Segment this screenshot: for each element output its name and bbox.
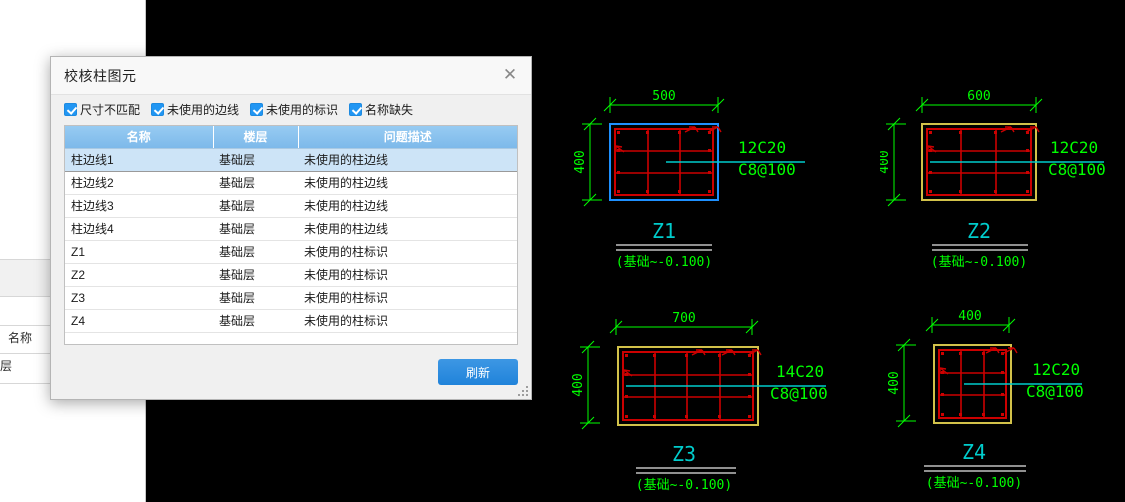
table-row[interactable]: Z2 基础层 未使用的柱标识 (65, 263, 517, 287)
cell-floor: 基础层 (213, 286, 298, 310)
dimension-width-z1: 500 (652, 89, 675, 104)
column-figure-z3[interactable]: 700 400 14C20 C8@100 Z3 (基础~-0.100) (570, 305, 840, 502)
check-icon (250, 103, 264, 116)
column-figure-z1[interactable]: 500 400 12C20 C8@100 Z1 (基础~-0.100) (570, 80, 830, 280)
checkbox-missing-name[interactable]: 名称缺失 (349, 101, 413, 118)
checkbox-size-mismatch[interactable]: 尺寸不匹配 (64, 101, 140, 118)
column-figure-z2[interactable]: 600 400 12C20 C8@100 Z2 (基础~-0.100) (880, 80, 1125, 280)
column-header-floor[interactable]: 楼层 (213, 126, 299, 149)
cell-name: Z2 (65, 263, 213, 287)
check-column-elements-dialog[interactable]: 校核柱图元 ✕ 尺寸不匹配 未使用的边线 未使用的标识 名称缺失 名称 楼层 问… (50, 56, 532, 400)
rebar-main-z4: 12C20 (1032, 360, 1080, 379)
cell-issue: 未使用的柱边线 (298, 171, 517, 195)
checkbox-unused-mark[interactable]: 未使用的标识 (250, 101, 338, 118)
check-icon (349, 103, 363, 116)
dialog-footer: 刷新 (51, 345, 531, 399)
column-drawing-z2: 600 400 12C20 C8@100 Z2 (基础~-0.100) (880, 89, 1106, 270)
rebar-main-z2: 12C20 (1050, 138, 1098, 157)
cell-floor: 基础层 (213, 263, 298, 287)
table-row[interactable]: Z3 基础层 未使用的柱标识 (65, 286, 517, 310)
column-drawing-z4: 400 400 12C20 C8@100 Z4 (基础~-0.100) (887, 309, 1084, 491)
column-header-issue[interactable]: 问题描述 (298, 126, 517, 149)
column-elevation-z2: (基础~-0.100) (931, 255, 1027, 270)
column-tag-z2: Z2 (967, 219, 991, 243)
panel-cell-floor-fragment: 层 (0, 359, 13, 373)
rebar-stirrup-z4: C8@100 (1026, 382, 1084, 401)
table-row[interactable]: 柱边线3 基础层 未使用的柱边线 (65, 194, 517, 218)
dimension-width-z3: 700 (672, 311, 695, 326)
cell-floor: 基础层 (213, 147, 298, 172)
column-figure-z4[interactable]: 400 400 12C20 C8@100 Z4 (基础~-0.100) (880, 305, 1125, 502)
column-tag-z3: Z3 (672, 442, 696, 466)
checkbox-label: 尺寸不匹配 (80, 103, 141, 117)
close-icon[interactable]: ✕ (495, 62, 525, 90)
check-icon (64, 103, 77, 116)
column-drawing-z1: 500 400 12C20 C8@100 Z1 (基础~-0.100) (573, 89, 805, 270)
cell-name: 柱边线2 (65, 171, 213, 195)
dimension-height-z1: 400 (573, 150, 588, 173)
column-tag-z4: Z4 (962, 440, 986, 464)
cell-issue: 未使用的柱边线 (298, 217, 517, 241)
column-elevation-z1: (基础~-0.100) (616, 255, 712, 270)
cell-name: 柱边线3 (65, 194, 213, 218)
table-row[interactable]: 柱边线1 基础层 未使用的柱边线 (65, 147, 517, 172)
cell-floor: 基础层 (213, 309, 298, 333)
column-drawing-z3: 700 400 14C20 C8@100 Z3 (基础~-0.100) (571, 311, 828, 493)
cell-name: Z1 (65, 240, 213, 264)
table-row[interactable]: Z4 基础层 未使用的柱标识 (65, 309, 517, 333)
rebar-main-z1: 12C20 (738, 138, 786, 157)
rebar-main-z3: 14C20 (776, 362, 824, 381)
dimension-height-z4: 400 (887, 371, 902, 394)
table-row[interactable]: 柱边线2 基础层 未使用的柱边线 (65, 171, 517, 195)
cell-issue: 未使用的柱边线 (298, 147, 517, 172)
checkbox-label: 未使用的边线 (167, 103, 240, 117)
cell-floor: 基础层 (213, 171, 298, 195)
panel-column-header-name: 名称 (8, 331, 33, 345)
cell-name: Z4 (65, 309, 213, 333)
column-elevation-z3: (基础~-0.100) (636, 478, 732, 493)
dialog-title-bar[interactable]: 校核柱图元 ✕ (51, 57, 531, 95)
cell-issue: 未使用的柱标识 (298, 286, 517, 310)
rebar-stirrup-z1: C8@100 (738, 160, 796, 179)
table-row[interactable]: 柱边线4 基础层 未使用的柱边线 (65, 217, 517, 241)
cell-floor: 基础层 (213, 217, 298, 241)
dimension-height-z3: 400 (571, 373, 586, 396)
table-body: 柱边线1 基础层 未使用的柱边线 柱边线2 基础层 未使用的柱边线 柱边线3 基… (65, 147, 517, 333)
dimension-width-z2: 600 (967, 89, 990, 104)
dimension-height-z2: 400 (880, 150, 892, 173)
table-row[interactable]: Z1 基础层 未使用的柱标识 (65, 240, 517, 264)
checkbox-label: 名称缺失 (365, 103, 414, 117)
checkbox-label: 未使用的标识 (266, 103, 339, 117)
table-header-row: 名称 楼层 问题描述 (65, 126, 517, 149)
cell-issue: 未使用的柱边线 (298, 194, 517, 218)
issues-grid[interactable]: 名称 楼层 问题描述 柱边线1 基础层 未使用的柱边线 柱边线2 基础层 未使用… (64, 125, 518, 345)
dialog-body: 名称 楼层 问题描述 柱边线1 基础层 未使用的柱边线 柱边线2 基础层 未使用… (51, 125, 531, 345)
dialog-title: 校核柱图元 (64, 67, 137, 84)
cell-name: 柱边线1 (65, 147, 213, 172)
cell-name: Z3 (65, 286, 213, 310)
cell-issue: 未使用的柱标识 (298, 240, 517, 264)
checkbox-unused-edge[interactable]: 未使用的边线 (151, 101, 239, 118)
cell-floor: 基础层 (213, 240, 298, 264)
check-icon (151, 103, 165, 116)
column-elevation-z4: (基础~-0.100) (926, 476, 1022, 491)
resize-grip-icon[interactable] (517, 385, 528, 396)
rebar-stirrup-z2: C8@100 (1048, 160, 1106, 179)
refresh-button[interactable]: 刷新 (438, 359, 518, 385)
cell-issue: 未使用的柱标识 (298, 263, 517, 287)
issues-table: 名称 楼层 问题描述 柱边线1 基础层 未使用的柱边线 柱边线2 基础层 未使用… (65, 126, 517, 333)
cell-issue: 未使用的柱标识 (298, 309, 517, 333)
rebar-stirrup-z3: C8@100 (770, 384, 828, 403)
column-header-name[interactable]: 名称 (65, 126, 214, 149)
filter-checkbox-row: 尺寸不匹配 未使用的边线 未使用的标识 名称缺失 (51, 95, 531, 125)
dimension-width-z4: 400 (958, 309, 981, 324)
column-tag-z1: Z1 (652, 219, 676, 243)
cell-name: 柱边线4 (65, 217, 213, 241)
cell-floor: 基础层 (213, 194, 298, 218)
